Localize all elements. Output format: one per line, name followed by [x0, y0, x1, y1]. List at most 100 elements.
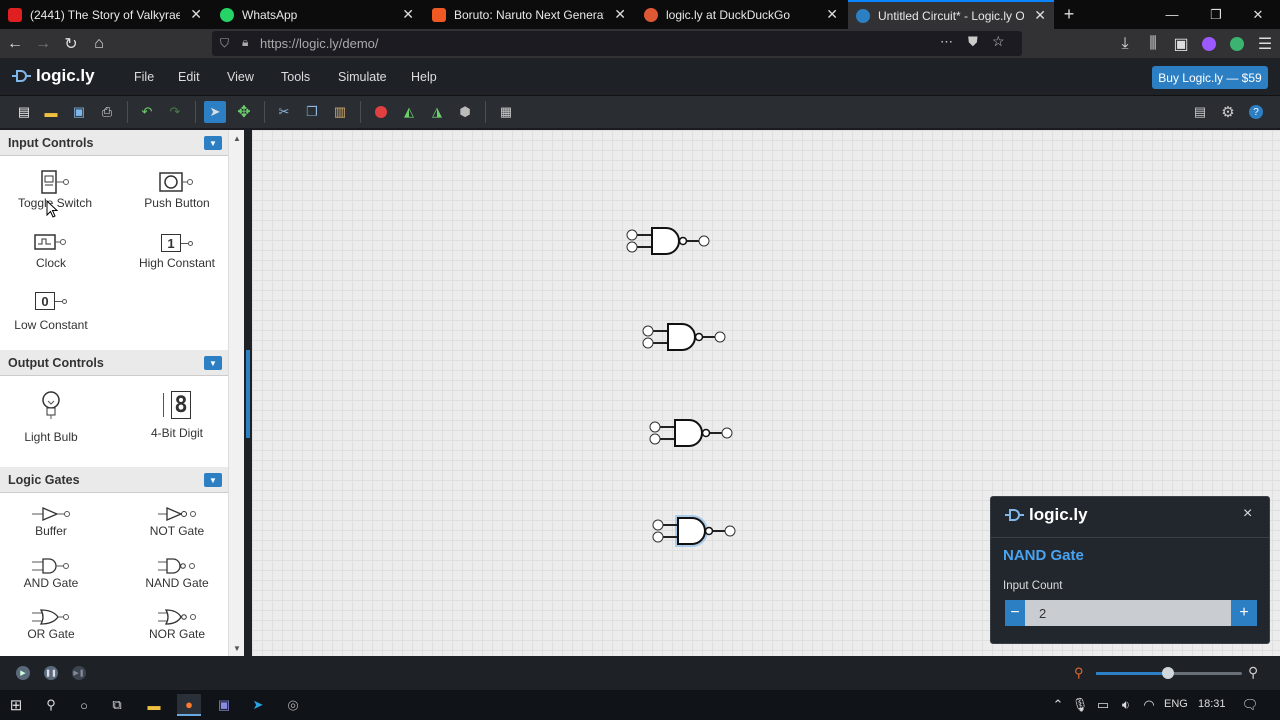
- back-icon[interactable]: ←: [4, 33, 26, 55]
- delete-icon[interactable]: [371, 102, 391, 122]
- zoom-out-icon[interactable]: ⚲: [1074, 665, 1084, 681]
- url-bar[interactable]: ⛉ 🔒︎ https://logic.ly/demo/ ⋯ ⛊ ☆: [212, 31, 1022, 56]
- push-button-item[interactable]: Push Button: [122, 170, 232, 210]
- scroll-up-icon[interactable]: ▲: [233, 134, 241, 143]
- play-icon[interactable]: ▶: [16, 666, 30, 680]
- firefox-icon[interactable]: ●: [177, 694, 201, 716]
- new-file-icon[interactable]: ▤: [14, 102, 34, 122]
- pan-tool-icon[interactable]: ✥: [234, 102, 254, 122]
- task-view-icon[interactable]: ⧉: [105, 694, 129, 716]
- document-icon[interactable]: ▤: [1190, 102, 1210, 122]
- menu-view[interactable]: View: [227, 58, 254, 96]
- browser-tab-boruto[interactable]: Boruto: Naruto Next Generatio ✕: [424, 0, 634, 29]
- browser-tab-youtube[interactable]: (2441) The Story of Valkyrae, Ga ✕: [0, 0, 210, 29]
- close-icon[interactable]: ✕: [190, 6, 202, 23]
- menu-help[interactable]: Help: [411, 58, 437, 96]
- extension-icon[interactable]: [1198, 33, 1220, 55]
- pause-icon[interactable]: ❚❚: [44, 666, 58, 680]
- more-icon[interactable]: ⋯: [940, 34, 953, 50]
- undo-icon[interactable]: ↶: [137, 102, 157, 122]
- palette-scrollbar[interactable]: ▲ ▼: [228, 130, 244, 656]
- increment-button[interactable]: +: [1231, 600, 1257, 626]
- notifications-icon[interactable]: 🗨︎: [1238, 694, 1262, 716]
- select-tool-icon[interactable]: ➤: [204, 101, 226, 123]
- browser-tab-whatsapp[interactable]: WhatsApp ✕: [212, 0, 422, 29]
- hamburger-menu-icon[interactable]: ☰: [1254, 33, 1276, 55]
- zoom-in-icon[interactable]: ⚲: [1248, 664, 1258, 681]
- nand-gate-3[interactable]: [649, 419, 733, 447]
- chevron-down-icon[interactable]: ▼: [204, 356, 222, 370]
- low-constant-item[interactable]: 0 Low Constant: [0, 288, 106, 332]
- step-icon[interactable]: ▶❚: [72, 666, 86, 680]
- and-gate-item[interactable]: AND Gate: [0, 556, 106, 590]
- nor-gate-item[interactable]: NOR Gate: [122, 607, 232, 641]
- zoom-slider-thumb[interactable]: [1162, 667, 1174, 679]
- wifi-icon[interactable]: ◠: [1137, 694, 1161, 716]
- new-tab-icon[interactable]: +: [1056, 0, 1082, 29]
- buy-button[interactable]: Buy Logic.ly — $59: [1152, 66, 1268, 89]
- language-indicator[interactable]: ENG: [1164, 698, 1188, 710]
- section-logic-gates[interactable]: Logic Gates ▼: [0, 467, 228, 493]
- panel-splitter[interactable]: [244, 130, 252, 656]
- input-count-field[interactable]: 2: [1025, 600, 1231, 626]
- minimize-icon[interactable]: —: [1150, 0, 1194, 29]
- menu-simulate[interactable]: Simulate: [338, 58, 387, 96]
- extension-icon[interactable]: [1226, 33, 1248, 55]
- bookmark-star-icon[interactable]: ☆: [992, 33, 1005, 50]
- redo-icon[interactable]: ↷: [165, 102, 185, 122]
- scroll-down-icon[interactable]: ▼: [233, 644, 241, 653]
- search-icon[interactable]: ⚲: [39, 694, 63, 716]
- chevron-down-icon[interactable]: ▼: [204, 136, 222, 150]
- close-icon[interactable]: ✕: [1034, 7, 1046, 24]
- nand-gate-1[interactable]: [626, 227, 710, 255]
- section-output-controls[interactable]: Output Controls ▼: [0, 350, 228, 376]
- buffer-item[interactable]: Buffer: [0, 504, 106, 538]
- settings-gear-icon[interactable]: ⚙: [1218, 102, 1238, 122]
- open-folder-icon[interactable]: ▬: [41, 102, 61, 122]
- four-bit-digit-item[interactable]: 8 4-Bit Digit: [122, 390, 232, 440]
- nand-gate-item[interactable]: NAND Gate: [122, 556, 232, 590]
- cortana-icon[interactable]: ○: [72, 694, 96, 716]
- pocket-icon[interactable]: ⛊: [968, 34, 978, 50]
- clock-time[interactable]: 18:31: [1198, 698, 1226, 710]
- restore-icon[interactable]: ❐: [1194, 0, 1238, 29]
- section-input-controls[interactable]: Input Controls ▼: [0, 130, 228, 156]
- help-icon[interactable]: ?: [1246, 102, 1266, 122]
- decrement-button[interactable]: −: [1005, 600, 1025, 626]
- nand-gate-4-selected[interactable]: [652, 515, 736, 547]
- library-icon[interactable]: ⫼: [1142, 33, 1164, 55]
- integrated-circuit-icon[interactable]: ⬢: [455, 102, 475, 122]
- tray-chevron-up-icon[interactable]: ⌃: [1046, 694, 1070, 716]
- menu-tools[interactable]: Tools: [281, 58, 310, 96]
- cut-icon[interactable]: ✂: [274, 102, 294, 122]
- download-icon[interactable]: ⤓: [1114, 33, 1136, 55]
- browser-tab-duckduckgo[interactable]: logic.ly at DuckDuckGo ✕: [636, 0, 846, 29]
- rotate-right-icon[interactable]: ◮: [427, 102, 447, 122]
- or-gate-item[interactable]: OR Gate: [0, 607, 106, 641]
- light-bulb-item[interactable]: Light Bulb: [0, 390, 106, 444]
- windows-start-icon[interactable]: ⊞: [4, 694, 28, 716]
- file-explorer-icon[interactable]: ▬: [142, 694, 166, 716]
- clock-item[interactable]: Clock: [0, 230, 106, 270]
- menu-file[interactable]: File: [134, 58, 154, 96]
- zoom-slider[interactable]: [1096, 667, 1242, 679]
- app-icon[interactable]: ◎: [281, 694, 305, 716]
- browser-tab-logicly[interactable]: Untitled Circuit* - Logic.ly Onli ✕: [848, 0, 1054, 29]
- print-icon[interactable]: ⎙: [97, 102, 117, 122]
- battery-icon[interactable]: ▭: [1091, 694, 1115, 716]
- menu-edit[interactable]: Edit: [178, 58, 200, 96]
- high-constant-item[interactable]: 1 High Constant: [122, 230, 232, 270]
- reload-icon[interactable]: ↻: [60, 33, 82, 55]
- close-icon[interactable]: ✕: [826, 6, 838, 23]
- app-icon[interactable]: ▣: [212, 694, 236, 716]
- not-gate-item[interactable]: NOT Gate: [122, 504, 232, 538]
- telegram-icon[interactable]: ➤: [246, 694, 270, 716]
- copy-icon[interactable]: ❐: [302, 102, 322, 122]
- paste-icon[interactable]: ▥: [330, 102, 350, 122]
- window-close-icon[interactable]: ✕: [1236, 0, 1280, 29]
- forward-icon[interactable]: →: [32, 33, 54, 55]
- microphone-icon[interactable]: 🎙︎: [1068, 694, 1092, 716]
- sidebar-icon[interactable]: ▣: [1170, 33, 1192, 55]
- rotate-left-icon[interactable]: ◭: [399, 102, 419, 122]
- home-icon[interactable]: ⌂: [88, 33, 110, 55]
